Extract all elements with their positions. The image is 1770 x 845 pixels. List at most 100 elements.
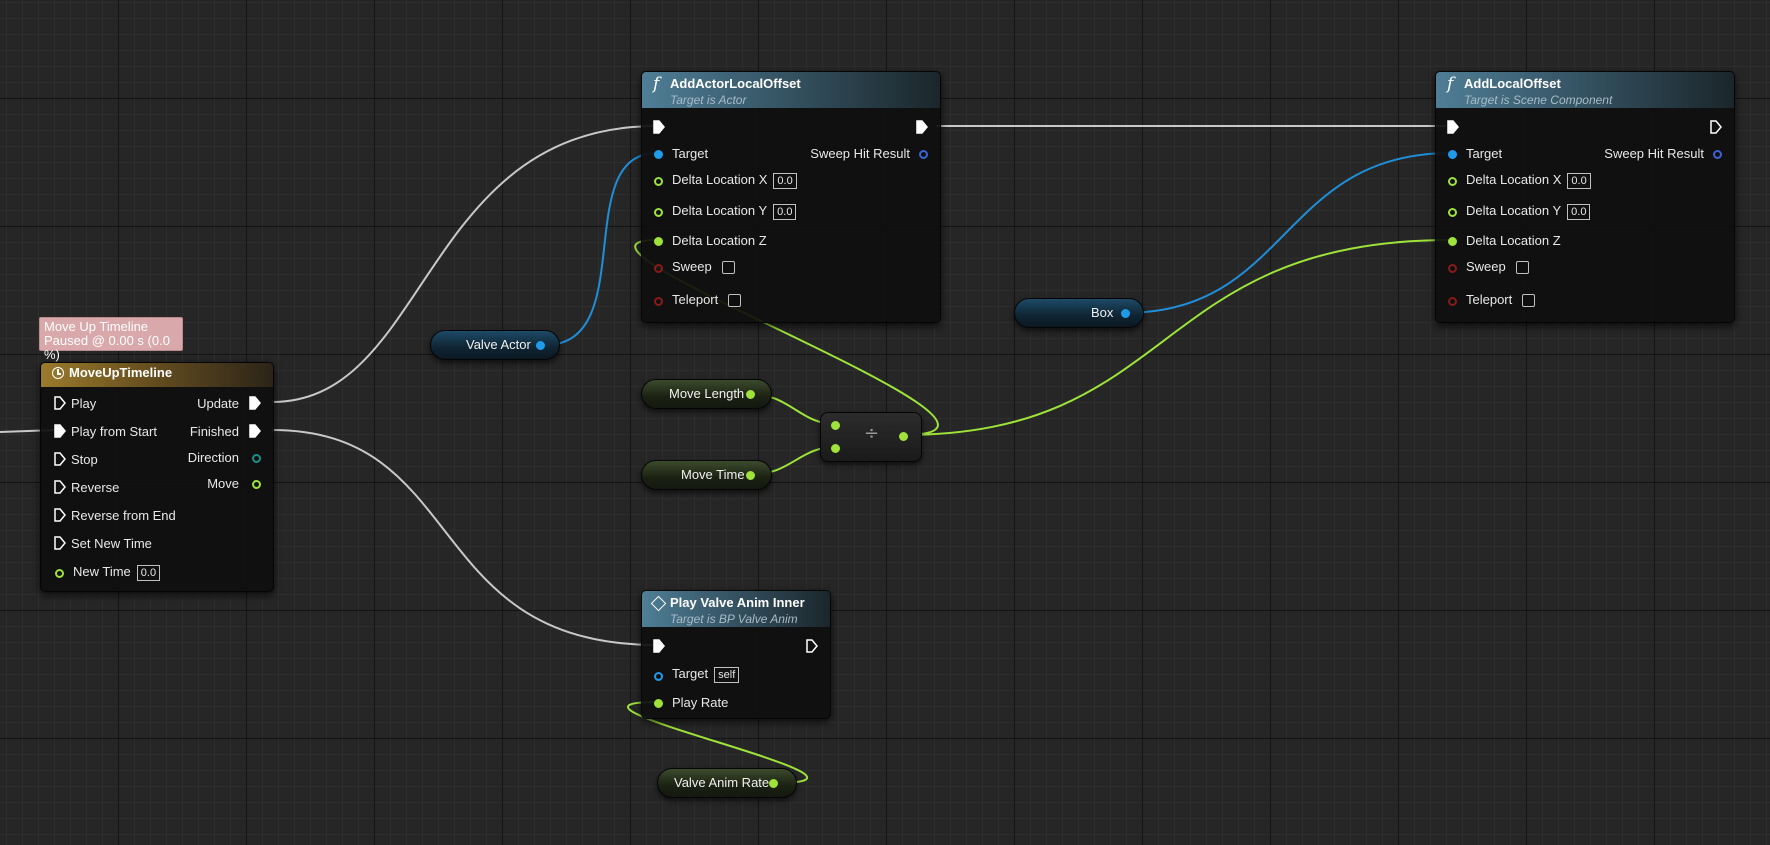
exec-out-pin[interactable] [916, 120, 928, 134]
delta-x-label: Delta Location X [672, 172, 768, 187]
direction-pin[interactable] [252, 454, 261, 463]
timeline-header: MoveUpTimeline [41, 363, 273, 387]
target-label: Target [1466, 146, 1503, 161]
add-local-offset-header: f AddLocalOffset Target is Scene Compone… [1436, 72, 1734, 108]
delta-x-pin[interactable] [1448, 177, 1457, 186]
new-time-value-field[interactable]: 0.0 [136, 564, 161, 581]
event-diamond-icon [650, 595, 667, 612]
function-icon: f [653, 74, 660, 94]
exec-out-finished-pin[interactable] [249, 424, 261, 438]
add-local-offset-node[interactable]: f AddLocalOffset Target is Scene Compone… [1435, 71, 1735, 323]
output-direction-label: Direction [187, 450, 239, 465]
delta-x-row: Delta Location X 0.0 [1466, 172, 1591, 189]
exec-in-reverse-pin[interactable] [54, 480, 66, 494]
move-length-variable-node[interactable]: Move Length [641, 379, 772, 409]
exec-in-play-pin[interactable] [54, 396, 66, 410]
box-variable-node[interactable]: Box [1014, 298, 1144, 328]
exec-in-pin[interactable] [1447, 120, 1459, 134]
move-length-output-pin[interactable] [746, 390, 755, 399]
target-self-field[interactable]: self [714, 666, 740, 683]
valve-actor-output-pin[interactable] [536, 341, 545, 350]
input-set-new-time-label: Set New Time [71, 536, 152, 551]
comment-status: Paused @ 0.00 s (0.0 %) [44, 333, 170, 362]
add-actor-local-offset-node[interactable]: f AddActorLocalOffset Target is Actor Ta… [641, 71, 941, 323]
valve-actor-variable-node[interactable]: Valve Actor [430, 330, 560, 360]
wire-divide-to-deltaz-local [902, 239, 1452, 436]
target-label: Target [672, 666, 709, 681]
timeline-node[interactable]: MoveUpTimeline Play Play from Start Stop… [40, 362, 274, 592]
wire-update-to-addactoroffset [271, 125, 658, 403]
sweep-hit-result-pin[interactable] [1713, 150, 1722, 159]
divide-output-pin[interactable] [899, 432, 908, 441]
play-valve-anim-inner-node[interactable]: Play Valve Anim Inner Target is BP Valve… [641, 590, 831, 719]
delta-z-pin[interactable] [654, 237, 663, 246]
delta-y-label: Delta Location Y [1466, 203, 1562, 218]
delta-x-label: Delta Location X [1466, 172, 1562, 187]
delta-x-pin[interactable] [654, 177, 663, 186]
target-row: Target self [672, 666, 740, 683]
exec-out-pin[interactable] [1710, 120, 1722, 134]
divide-input-b-pin[interactable] [831, 444, 840, 453]
sweep-checkbox[interactable] [1515, 261, 1529, 275]
timeline-title: MoveUpTimeline [69, 365, 173, 380]
sweep-pin[interactable] [654, 264, 663, 273]
play-rate-pin[interactable] [654, 699, 663, 708]
output-move-label: Move [207, 476, 239, 491]
sweep-pin[interactable] [1448, 264, 1457, 273]
delta-y-pin[interactable] [1448, 208, 1457, 217]
delta-z-label: Delta Location Z [672, 233, 767, 248]
play-valve-anim-inner-subtitle: Target is BP Valve Anim [670, 612, 798, 626]
play-valve-anim-inner-title: Play Valve Anim Inner [670, 595, 805, 610]
exec-in-play-from-start-pin[interactable] [54, 424, 66, 438]
input-reverse-label: Reverse [71, 480, 120, 495]
sweep-checkbox[interactable] [721, 261, 735, 275]
target-pin[interactable] [654, 150, 663, 159]
move-time-output-pin[interactable] [746, 471, 755, 480]
delta-x-value-field[interactable]: 0.0 [773, 172, 797, 189]
divide-input-a-pin[interactable] [831, 421, 840, 430]
delta-y-value-field[interactable]: 0.0 [1567, 203, 1591, 220]
divide-node[interactable]: ÷ [820, 412, 922, 462]
move-time-variable-node[interactable]: Move Time [641, 460, 772, 490]
target-pin[interactable] [1448, 150, 1457, 159]
teleport-label: Teleport [1466, 292, 1513, 307]
delta-y-pin[interactable] [654, 208, 663, 217]
valve-anim-rate-output-pin[interactable] [769, 779, 778, 788]
exec-out-update-pin[interactable] [249, 396, 261, 410]
move-length-label: Move Length [669, 386, 745, 401]
sweep-hit-result-pin[interactable] [919, 150, 928, 159]
target-label: Target [672, 146, 709, 161]
new-time-pin[interactable] [55, 569, 64, 578]
valve-anim-rate-variable-node[interactable]: Valve Anim Rate [657, 768, 797, 798]
exec-in-set-new-time-pin[interactable] [54, 536, 66, 550]
wire-finished-to-playvalve [271, 429, 658, 646]
add-local-offset-subtitle: Target is Scene Component [1464, 93, 1613, 107]
exec-in-pin[interactable] [653, 639, 665, 653]
new-time-row: New Time 0.0 [73, 564, 161, 581]
exec-in-stop-pin[interactable] [54, 452, 66, 466]
teleport-pin[interactable] [1448, 297, 1457, 306]
clock-icon [52, 367, 64, 379]
exec-in-pin[interactable] [653, 120, 665, 134]
exec-out-pin[interactable] [806, 639, 818, 653]
box-output-pin[interactable] [1121, 309, 1130, 318]
exec-in-reverse-from-end-pin[interactable] [54, 508, 66, 522]
delta-x-value-field[interactable]: 0.0 [1567, 172, 1591, 189]
teleport-checkbox[interactable] [728, 294, 742, 308]
target-pin[interactable] [654, 672, 663, 681]
add-actor-local-offset-title: AddActorLocalOffset [670, 76, 801, 91]
valve-anim-rate-label: Valve Anim Rate [674, 775, 770, 790]
teleport-pin[interactable] [654, 297, 663, 306]
move-time-label: Move Time [681, 467, 745, 482]
delta-y-value-field[interactable]: 0.0 [773, 203, 797, 220]
add-actor-local-offset-header: f AddActorLocalOffset Target is Actor [642, 72, 940, 108]
teleport-row: Teleport [1466, 292, 1536, 308]
box-label: Box [1091, 305, 1114, 320]
sweep-label: Sweep [672, 259, 712, 274]
delta-z-pin[interactable] [1448, 237, 1457, 246]
input-play-from-start-label: Play from Start [71, 424, 157, 439]
input-play-label: Play [71, 396, 97, 411]
move-pin[interactable] [252, 480, 261, 489]
teleport-checkbox[interactable] [1522, 294, 1536, 308]
teleport-label: Teleport [672, 292, 719, 307]
